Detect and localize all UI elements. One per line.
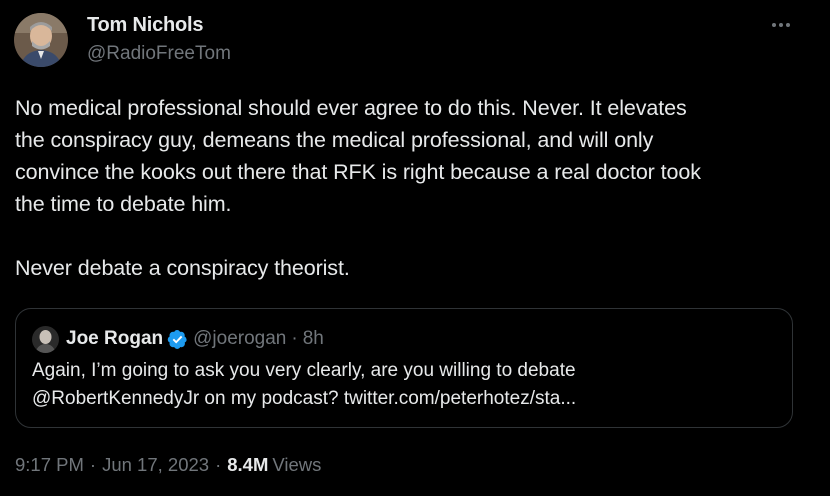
quoted-tweet-card[interactable]: Joe Rogan @joerogan · 8h Again, I’m goin… [15, 308, 793, 428]
quoted-tweet-text: Again, I’m going to ask you very clearly… [32, 360, 577, 409]
author-avatar[interactable] [14, 13, 68, 67]
quoted-tweet-time: 8h [302, 328, 324, 349]
quoted-tweet-header: Joe Rogan @joerogan · 8h [32, 325, 324, 353]
author-handle[interactable]: @RadioFreeTom [87, 43, 231, 65]
more-options-button[interactable] [766, 10, 796, 40]
quoted-author-handle: @joerogan [193, 328, 287, 349]
more-horizontal-icon [772, 23, 790, 27]
meta-separator: · [89, 454, 97, 475]
quoted-author-avatar [32, 325, 59, 353]
views-label: Views [272, 454, 322, 475]
tweet-date[interactable]: Jun 17, 2023 [102, 454, 209, 476]
author-name[interactable]: Tom Nichols [87, 14, 204, 37]
tweet: Tom Nichols @RadioFreeTom No medical pro… [0, 0, 830, 496]
quoted-author-name: Joe Rogan [66, 328, 164, 349]
tweet-time[interactable]: 9:17 PM [15, 454, 84, 476]
meta-separator-2: · [215, 454, 222, 475]
tweet-text: No medical professional should ever agre… [15, 96, 701, 280]
tweet-meta: 9:17 PM · Jun 17, 2023 · 8.4M Views [15, 454, 321, 476]
views-count[interactable]: 8.4M [227, 454, 268, 476]
quoted-meta-separator: · [291, 328, 298, 349]
verified-badge-icon [167, 329, 188, 350]
